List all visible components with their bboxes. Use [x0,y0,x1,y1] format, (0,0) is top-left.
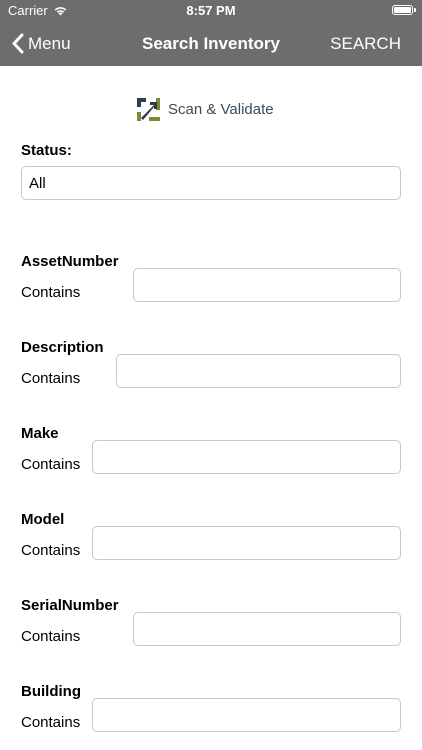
battery-icon [392,5,413,15]
app-logo: Scan & Validate [136,97,274,122]
description-label: Description [21,339,104,356]
building-input[interactable] [92,698,401,732]
model-input[interactable] [92,526,401,560]
make-operator: Contains [21,456,81,473]
status-time: 8:57 PM [186,3,236,18]
battery-tip-icon [414,8,416,12]
model-operator: Contains [21,542,81,559]
description-input[interactable] [116,354,401,388]
model-label: Model [21,511,65,528]
search-button[interactable]: SEARCH [330,34,401,54]
status-bar: Carrier 8:57 PM [0,0,422,22]
scan-validate-logo-icon [137,98,160,121]
logo-text: Scan & Validate [168,101,274,118]
top-bar: Carrier 8:57 PM Menu Search Inventory SE… [0,0,422,66]
make-input[interactable] [92,440,401,474]
navigation-bar: Menu Search Inventory SEARCH [0,22,422,66]
serial-number-operator: Contains [21,628,81,645]
asset-number-operator: Contains [21,284,81,301]
make-label: Make [21,425,59,442]
serial-number-input[interactable] [133,612,401,646]
asset-number-input[interactable] [133,268,401,302]
serial-number-label: SerialNumber [21,597,119,614]
status-label: Status: [21,142,72,159]
status-select[interactable]: All [21,166,401,200]
building-operator: Contains [21,714,81,731]
asset-number-label: AssetNumber [21,253,119,270]
description-operator: Contains [21,370,81,387]
building-label: Building [21,683,81,700]
